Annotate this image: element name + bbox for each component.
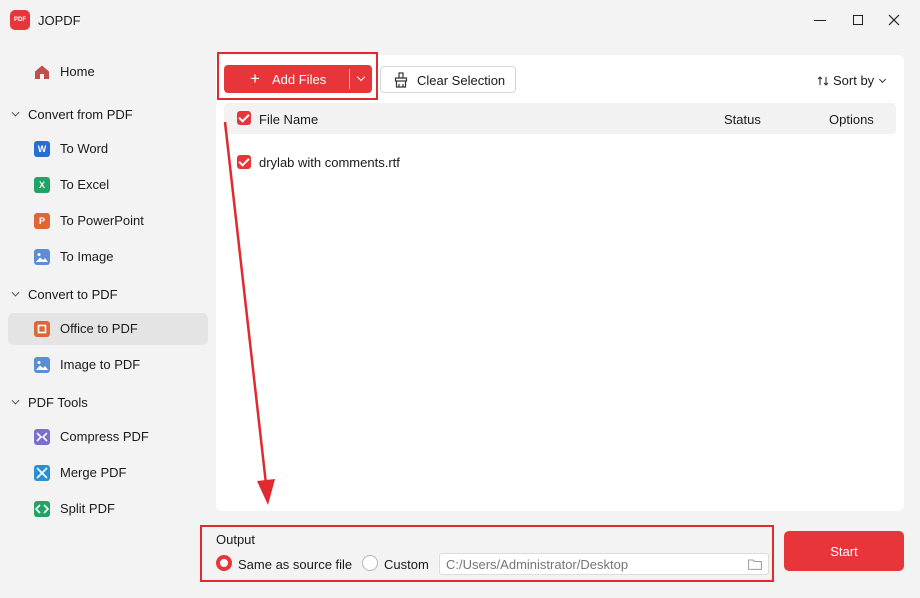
sidebar-item-label: Image to PDF: [60, 357, 141, 372]
app-title: JOPDF: [38, 13, 81, 28]
plus-icon: +: [250, 69, 260, 88]
chevron-down-icon: [879, 75, 887, 83]
row-checkbox[interactable]: [237, 155, 251, 169]
sort-by-button[interactable]: Sort by: [817, 73, 887, 88]
add-files-label: Add Files: [272, 72, 327, 87]
table-header: File Name Status Options: [224, 103, 896, 134]
file-name-cell: drylab with comments.rtf: [259, 155, 400, 170]
same-as-source-label: Same as source file: [238, 557, 353, 572]
maximize-icon: [853, 15, 863, 25]
compress-icon: [34, 429, 50, 445]
sidebar-item-label: To Excel: [60, 177, 110, 192]
sidebar-item-label: Compress PDF: [60, 429, 149, 444]
add-files-dropdown[interactable]: [350, 65, 372, 93]
column-options: Options: [829, 112, 874, 127]
powerpoint-icon: P: [34, 213, 50, 229]
sidebar-item-to-powerpoint[interactable]: P To PowerPoint: [8, 205, 208, 237]
broom-icon: [394, 72, 408, 88]
sidebar-item-label: Merge PDF: [60, 465, 127, 480]
same-as-source-radio[interactable]: [216, 555, 232, 571]
clear-selection-button[interactable]: Clear Selection: [380, 66, 516, 93]
folder-icon[interactable]: [748, 559, 762, 570]
table-row[interactable]: drylab with comments.rtf: [224, 147, 896, 177]
start-button[interactable]: Start: [784, 531, 904, 571]
sidebar-item-to-image[interactable]: To Image: [8, 241, 208, 273]
file-list-panel: + Add Files Clear Selection Sort by File…: [216, 55, 904, 511]
sidebar-item-label: Office to PDF: [60, 321, 138, 336]
chevron-down-icon: [11, 108, 20, 117]
sidebar-item-label: Home: [60, 64, 95, 79]
output-settings: Output Same as source file Custom: [200, 525, 774, 582]
home-icon: [35, 65, 49, 79]
sidebar-item-split-pdf[interactable]: Split PDF: [8, 493, 208, 525]
section-label: PDF Tools: [28, 395, 88, 410]
section-label: Convert from PDF: [28, 107, 133, 122]
add-files-button-group: + Add Files: [224, 65, 372, 93]
column-status: Status: [724, 112, 761, 127]
excel-icon: X: [34, 177, 50, 193]
clear-selection-label: Clear Selection: [417, 73, 506, 88]
sidebar-item-label: To Image: [60, 249, 114, 264]
sidebar-item-office-to-pdf[interactable]: Office to PDF: [8, 313, 208, 345]
chevron-down-icon: [11, 396, 20, 405]
section-label: Convert to PDF: [28, 287, 118, 302]
sidebar-item-compress-pdf[interactable]: Compress PDF: [8, 421, 208, 453]
section-pdf-tools[interactable]: PDF Tools: [8, 388, 208, 416]
add-files-button[interactable]: + Add Files: [224, 65, 349, 93]
section-convert-from-pdf[interactable]: Convert from PDF: [8, 100, 208, 128]
column-file-name: File Name: [259, 112, 319, 127]
chevron-down-icon: [11, 288, 20, 297]
close-button[interactable]: [880, 8, 908, 32]
title-bar: PDF JOPDF: [0, 0, 920, 40]
sidebar-item-label: To Word: [60, 141, 109, 156]
image-icon: [34, 249, 50, 265]
sort-by-label: Sort by: [833, 73, 875, 88]
custom-radio[interactable]: [362, 555, 378, 571]
minimize-icon: [814, 19, 826, 21]
sidebar-item-label: Split PDF: [60, 501, 115, 516]
select-all-checkbox[interactable]: [237, 111, 251, 125]
app-logo-icon: PDF: [10, 10, 30, 30]
merge-icon: [34, 465, 50, 481]
image-icon: [34, 357, 50, 373]
maximize-button[interactable]: [844, 8, 872, 32]
start-label: Start: [830, 543, 858, 559]
split-icon: [34, 501, 50, 517]
sidebar-item-merge-pdf[interactable]: Merge PDF: [8, 457, 208, 489]
custom-label: Custom: [384, 557, 429, 572]
sidebar-item-label: To PowerPoint: [60, 213, 144, 228]
output-title: Output: [216, 532, 256, 547]
sidebar-item-home[interactable]: Home: [8, 56, 208, 88]
sidebar-item-image-to-pdf[interactable]: Image to PDF: [8, 349, 208, 381]
sort-icon: [817, 75, 829, 86]
section-convert-to-pdf[interactable]: Convert to PDF: [8, 280, 208, 308]
sidebar-item-to-word[interactable]: W To Word: [8, 133, 208, 165]
word-icon: W: [34, 141, 50, 157]
office-icon: [34, 321, 50, 337]
minimize-button[interactable]: [806, 8, 834, 32]
sidebar-item-to-excel[interactable]: X To Excel: [8, 169, 208, 201]
chevron-down-icon: [356, 72, 366, 82]
close-icon: [888, 14, 900, 26]
output-path-input[interactable]: [439, 553, 769, 575]
